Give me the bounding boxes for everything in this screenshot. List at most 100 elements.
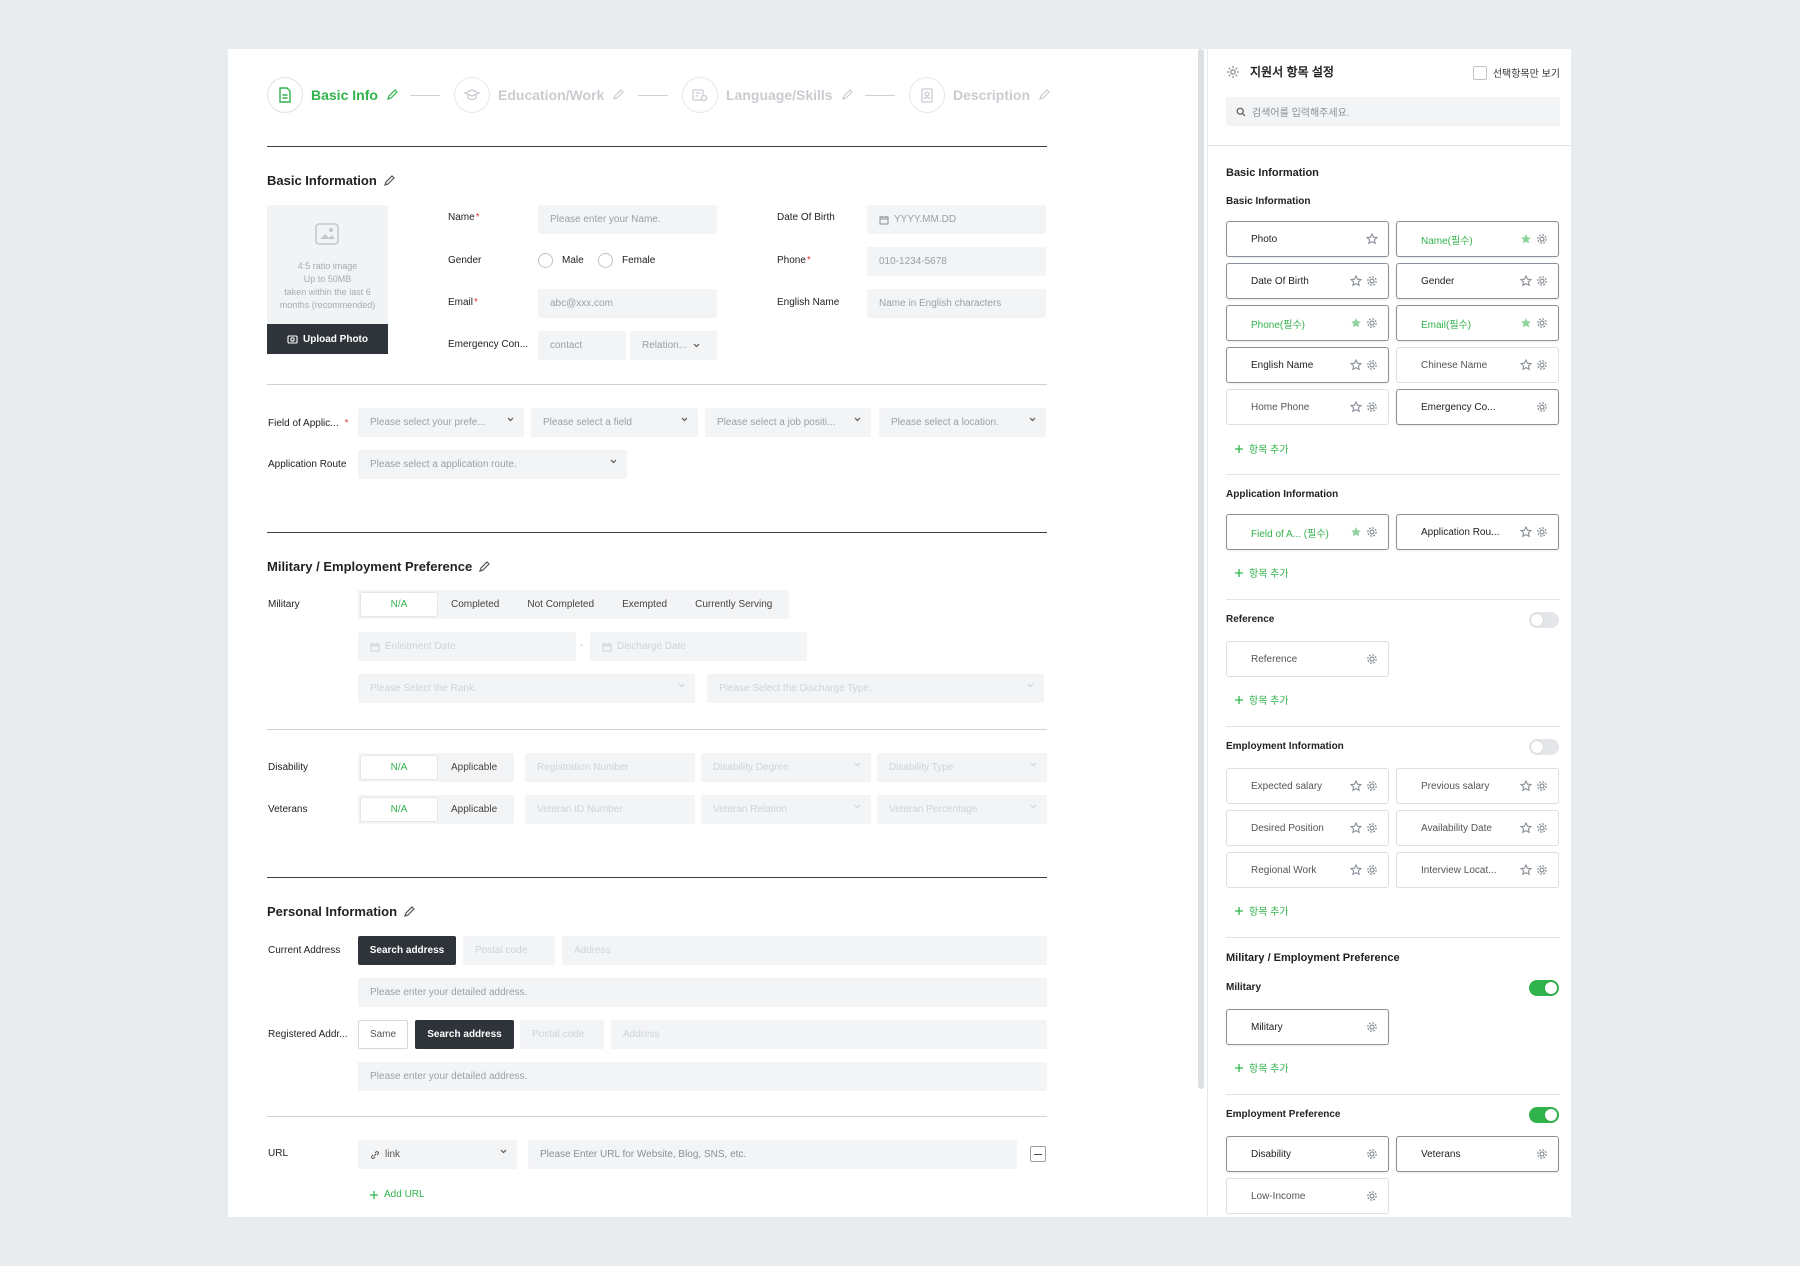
- add-item-button[interactable]: 항목 추가: [1234, 903, 1289, 918]
- add-item-button[interactable]: 항목 추가: [1234, 441, 1289, 456]
- star-icon[interactable]: [1350, 864, 1362, 876]
- star-icon[interactable]: [1350, 401, 1362, 413]
- star-icon[interactable]: [1520, 275, 1532, 287]
- name-input[interactable]: Please enter your Name.: [538, 205, 717, 234]
- reference-toggle[interactable]: [1529, 612, 1559, 628]
- chip-email[interactable]: Email(필수): [1396, 305, 1559, 341]
- photo-upload-box[interactable]: 4:5 ratio image Up to 50MB taken within …: [267, 205, 388, 354]
- military-option-currently-serving[interactable]: Currently Serving: [681, 593, 786, 616]
- employment-toggle[interactable]: [1529, 739, 1559, 755]
- field-select[interactable]: Please select a field: [531, 408, 698, 437]
- show-selected-only-checkbox[interactable]: 선택항목만 보기: [1472, 65, 1560, 80]
- chip-availability-date[interactable]: Availability Date: [1396, 810, 1559, 846]
- chip-regional-work[interactable]: Regional Work: [1226, 852, 1389, 888]
- rank-select[interactable]: Please Select the Rank.: [358, 674, 695, 703]
- chip-gender[interactable]: Gender: [1396, 263, 1559, 299]
- add-item-button[interactable]: 항목 추가: [1234, 1060, 1289, 1075]
- gear-icon[interactable]: [1366, 822, 1378, 834]
- star-icon[interactable]: [1520, 780, 1532, 792]
- star-icon[interactable]: [1520, 864, 1532, 876]
- address-input[interactable]: Address: [611, 1020, 1047, 1049]
- chip-field-of-a[interactable]: Field of A... (필수): [1226, 514, 1389, 550]
- add-url-button[interactable]: Add URL: [369, 1189, 425, 1200]
- gear-icon[interactable]: [1536, 780, 1548, 792]
- gear-icon[interactable]: [1366, 864, 1378, 876]
- radio-circle[interactable]: [598, 253, 613, 268]
- veterans-option-applicable[interactable]: Applicable: [437, 798, 511, 821]
- military-option-completed[interactable]: Completed: [437, 593, 513, 616]
- gear-icon[interactable]: [1366, 275, 1378, 287]
- veteran-percentage-select[interactable]: Veteran Percentage: [877, 795, 1047, 824]
- chip-phone[interactable]: Phone(필수): [1226, 305, 1389, 341]
- star-icon[interactable]: [1520, 822, 1532, 834]
- upload-photo-button[interactable]: Upload Photo: [267, 324, 388, 354]
- star-icon[interactable]: [1350, 822, 1362, 834]
- chip-veterans[interactable]: Veterans: [1396, 1136, 1559, 1172]
- dob-input[interactable]: YYYY.MM.DD: [867, 205, 1046, 234]
- add-item-button[interactable]: 항목 추가: [1234, 692, 1289, 707]
- veteran-relation-select[interactable]: Veteran Relation: [701, 795, 871, 824]
- gear-icon[interactable]: [1536, 526, 1548, 538]
- form-scrollbar[interactable]: [1198, 49, 1204, 1089]
- gear-icon[interactable]: [1366, 317, 1378, 329]
- chip-reference[interactable]: Reference: [1226, 641, 1389, 677]
- gear-icon[interactable]: [1536, 359, 1548, 371]
- chip-home-phone[interactable]: Home Phone: [1226, 389, 1389, 425]
- detailed-address-input[interactable]: Please enter your detailed address.: [358, 978, 1047, 1007]
- star-icon[interactable]: [1350, 275, 1362, 287]
- relation-select[interactable]: Relation...: [630, 331, 717, 360]
- chip-name[interactable]: Name(필수): [1396, 221, 1559, 257]
- star-icon[interactable]: [1520, 233, 1532, 245]
- veteran-id-input[interactable]: Veteran ID Number: [525, 795, 695, 824]
- gear-icon[interactable]: [1536, 401, 1548, 413]
- step-education-work[interactable]: Education/Work: [454, 77, 625, 113]
- star-icon[interactable]: [1350, 359, 1362, 371]
- location-select[interactable]: Please select a location.: [879, 408, 1046, 437]
- gear-icon[interactable]: [1366, 1148, 1378, 1160]
- veterans-segmented[interactable]: N/A Applicable: [358, 795, 515, 824]
- veterans-option-na[interactable]: N/A: [361, 798, 437, 821]
- chip-desired-position[interactable]: Desired Position: [1226, 810, 1389, 846]
- enlistment-date-input[interactable]: Enlistment Date: [358, 632, 576, 661]
- chip-interview-locat[interactable]: Interview Locat...: [1396, 852, 1559, 888]
- pencil-icon[interactable]: [383, 174, 395, 187]
- search-address-button[interactable]: Search address: [358, 936, 456, 965]
- star-icon[interactable]: [1520, 526, 1532, 538]
- phone-input[interactable]: 010-1234-5678: [867, 247, 1046, 276]
- checkbox-box[interactable]: [1472, 65, 1487, 80]
- employment-preference-toggle[interactable]: [1529, 1107, 1559, 1123]
- gear-icon[interactable]: [1366, 1021, 1378, 1033]
- discharge-type-select[interactable]: Please Select the Discharge Type.: [707, 674, 1044, 703]
- star-icon[interactable]: [1520, 317, 1532, 329]
- chip-english-name[interactable]: English Name: [1226, 347, 1389, 383]
- military-toggle[interactable]: [1529, 980, 1559, 996]
- pencil-icon[interactable]: [478, 560, 491, 573]
- gear-icon[interactable]: [1536, 317, 1548, 329]
- chip-previous-salary[interactable]: Previous salary: [1396, 768, 1559, 804]
- gender-male-radio[interactable]: Male: [538, 253, 584, 268]
- link-type-select[interactable]: link: [358, 1140, 517, 1169]
- gear-icon[interactable]: [1366, 1190, 1378, 1202]
- registration-number-input[interactable]: Registration Number: [525, 753, 695, 782]
- job-position-select[interactable]: Please select a job positi...: [705, 408, 871, 437]
- email-input[interactable]: abc@xxx.com: [538, 289, 717, 318]
- gear-icon[interactable]: [1536, 864, 1548, 876]
- application-route-select[interactable]: Please select a application route.: [358, 450, 627, 479]
- gear-icon[interactable]: [1536, 233, 1548, 245]
- gear-icon[interactable]: [1366, 780, 1378, 792]
- chip-low-income[interactable]: Low-Income: [1226, 1178, 1389, 1214]
- step-description[interactable]: Description: [909, 77, 1050, 113]
- add-item-button[interactable]: 항목 추가: [1234, 565, 1289, 580]
- chip-expected-salary[interactable]: Expected salary: [1226, 768, 1389, 804]
- disability-type-select[interactable]: Disability Type: [877, 753, 1047, 782]
- chip-photo[interactable]: Photo: [1226, 221, 1389, 257]
- disability-degree-select[interactable]: Disability Degree: [701, 753, 871, 782]
- remove-url-button[interactable]: [1030, 1146, 1046, 1162]
- gear-icon[interactable]: [1536, 275, 1548, 287]
- disability-option-applicable[interactable]: Applicable: [437, 756, 511, 779]
- postal-code-input[interactable]: Postal code: [463, 936, 555, 965]
- chip-emergency-co[interactable]: Emergency Co...: [1396, 389, 1559, 425]
- search-address-button[interactable]: Search address: [415, 1020, 514, 1049]
- star-icon[interactable]: [1350, 317, 1362, 329]
- military-option-not-completed[interactable]: Not Completed: [513, 593, 608, 616]
